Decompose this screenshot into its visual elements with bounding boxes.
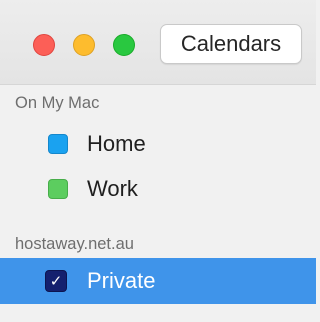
zoom-window-button[interactable] [113,34,135,56]
calendar-label-work: Work [87,176,138,201]
calendars-button[interactable]: Calendars [160,24,302,64]
calendar-color-swatch-work[interactable] [48,179,68,199]
minimize-window-button[interactable] [73,34,95,56]
calendar-item-home[interactable]: Home [0,123,316,165]
calendar-item-private[interactable]: ✓ Private [0,258,316,304]
section-header-on-my-mac: On My Mac [15,94,100,112]
window-titlebar: Calendars [0,0,316,85]
checkmark-icon[interactable]: ✓ [45,270,67,292]
section-header-hostaway: hostaway.net.au [15,235,134,253]
calendar-label-home: Home [87,131,146,156]
calendar-color-swatch-home[interactable] [48,134,68,154]
close-window-button[interactable] [33,34,55,56]
calendar-item-work[interactable]: Work [0,168,316,210]
calendar-label-private: Private [87,268,156,293]
